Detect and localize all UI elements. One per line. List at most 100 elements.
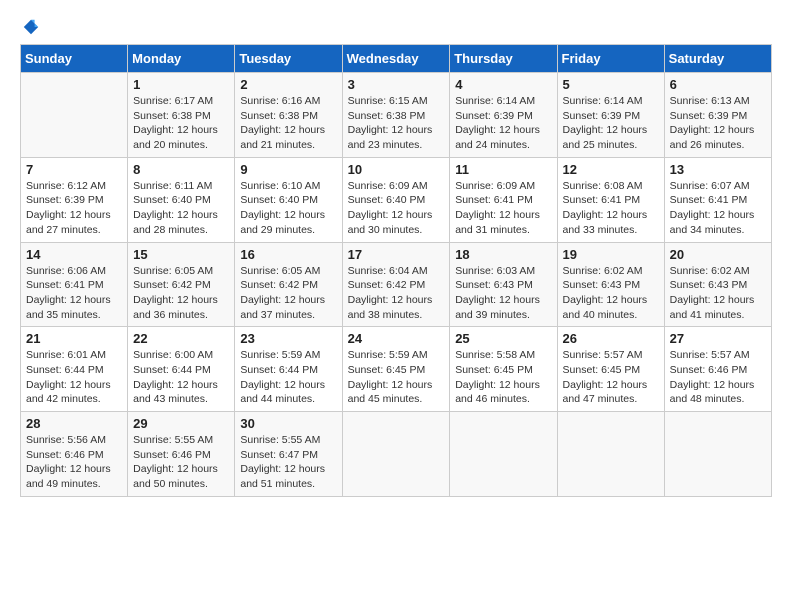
calendar-day-header: Wednesday <box>342 45 450 73</box>
calendar-cell: 23 Sunrise: 5:59 AM Sunset: 6:44 PM Dayli… <box>235 327 342 412</box>
calendar-cell: 8Sunrise: 6:11 AM Sunset: 6:40 PM Daylig… <box>128 157 235 242</box>
cell-content: Sunrise: 6:16 AM Sunset: 6:38 PM Dayligh… <box>240 94 336 153</box>
day-number: 6 <box>670 77 766 92</box>
day-number: 30 <box>240 416 336 431</box>
day-number: 12 <box>563 162 659 177</box>
calendar-cell: 10Sunrise: 6:09 AM Sunset: 6:40 PM Dayli… <box>342 157 450 242</box>
calendar-cell: 30 Sunrise: 5:55 AM Sunset: 6:47 PM Dayli… <box>235 412 342 497</box>
cell-content: Sunrise: 6:06 AM Sunset: 6:41 PM Dayligh… <box>26 264 122 323</box>
calendar-day-header: Thursday <box>450 45 557 73</box>
calendar-cell: 19 Sunrise: 6:02 AM Sunset: 6:43 PM Dayli… <box>557 242 664 327</box>
calendar-week-row: 21 Sunrise: 6:01 AM Sunset: 6:44 PM Dayli… <box>21 327 772 412</box>
cell-content: Sunrise: 6:02 AM Sunset: 6:43 PM Dayligh… <box>670 264 766 323</box>
calendar-cell: 4 Sunrise: 6:14 AM Sunset: 6:39 PM Daylig… <box>450 73 557 158</box>
calendar-week-row: 7 Sunrise: 6:12 AM Sunset: 6:39 PM Daylig… <box>21 157 772 242</box>
day-number: 21 <box>26 331 122 346</box>
calendar-cell: 13Sunrise: 6:07 AM Sunset: 6:41 PM Dayli… <box>664 157 771 242</box>
calendar-day-header: Sunday <box>21 45 128 73</box>
day-number: 24 <box>348 331 445 346</box>
calendar-cell: 3 Sunrise: 6:15 AM Sunset: 6:38 PM Daylig… <box>342 73 450 158</box>
cell-content: Sunrise: 6:14 AM Sunset: 6:39 PM Dayligh… <box>455 94 551 153</box>
logo-icon <box>22 18 40 36</box>
cell-content: Sunrise: 6:00 AM Sunset: 6:44 PM Dayligh… <box>133 348 229 407</box>
calendar-day-header: Saturday <box>664 45 771 73</box>
calendar-header-row: SundayMondayTuesdayWednesdayThursdayFrid… <box>21 45 772 73</box>
calendar-cell: 9Sunrise: 6:10 AM Sunset: 6:40 PM Daylig… <box>235 157 342 242</box>
calendar-cell: 24 Sunrise: 5:59 AM Sunset: 6:45 PM Dayli… <box>342 327 450 412</box>
day-number: 5 <box>563 77 659 92</box>
calendar-cell: 28 Sunrise: 5:56 AM Sunset: 6:46 PM Dayli… <box>21 412 128 497</box>
cell-content: Sunrise: 6:02 AM Sunset: 6:43 PM Dayligh… <box>563 264 659 323</box>
calendar-week-row: 1 Sunrise: 6:17 AM Sunset: 6:38 PM Daylig… <box>21 73 772 158</box>
cell-content: Sunrise: 5:56 AM Sunset: 6:46 PM Dayligh… <box>26 433 122 492</box>
day-number: 18 <box>455 247 551 262</box>
cell-content: Sunrise: 5:57 AM Sunset: 6:46 PM Dayligh… <box>670 348 766 407</box>
calendar-cell <box>21 73 128 158</box>
cell-content: Sunrise: 5:55 AM Sunset: 6:46 PM Dayligh… <box>133 433 229 492</box>
calendar-day-header: Friday <box>557 45 664 73</box>
day-number: 19 <box>563 247 659 262</box>
calendar-cell: 5 Sunrise: 6:14 AM Sunset: 6:39 PM Daylig… <box>557 73 664 158</box>
page-header <box>20 20 772 34</box>
cell-content: Sunrise: 6:14 AM Sunset: 6:39 PM Dayligh… <box>563 94 659 153</box>
day-number: 1 <box>133 77 229 92</box>
cell-content: Sunrise: 6:11 AM Sunset: 6:40 PM Dayligh… <box>133 179 229 238</box>
cell-content: Sunrise: 5:55 AM Sunset: 6:47 PM Dayligh… <box>240 433 336 492</box>
calendar-week-row: 14Sunrise: 6:06 AM Sunset: 6:41 PM Dayli… <box>21 242 772 327</box>
calendar-cell: 18 Sunrise: 6:03 AM Sunset: 6:43 PM Dayli… <box>450 242 557 327</box>
day-number: 17 <box>348 247 445 262</box>
day-number: 29 <box>133 416 229 431</box>
cell-content: Sunrise: 6:15 AM Sunset: 6:38 PM Dayligh… <box>348 94 445 153</box>
day-number: 23 <box>240 331 336 346</box>
calendar-cell: 26 Sunrise: 5:57 AM Sunset: 6:45 PM Dayli… <box>557 327 664 412</box>
day-number: 13 <box>670 162 766 177</box>
calendar-cell: 20 Sunrise: 6:02 AM Sunset: 6:43 PM Dayli… <box>664 242 771 327</box>
cell-content: Sunrise: 6:12 AM Sunset: 6:39 PM Dayligh… <box>26 179 122 238</box>
day-number: 16 <box>240 247 336 262</box>
calendar-day-header: Tuesday <box>235 45 342 73</box>
calendar-cell: 12 Sunrise: 6:08 AM Sunset: 6:41 PM Dayli… <box>557 157 664 242</box>
cell-content: Sunrise: 6:09 AM Sunset: 6:41 PM Dayligh… <box>455 179 551 238</box>
day-number: 28 <box>26 416 122 431</box>
day-number: 20 <box>670 247 766 262</box>
calendar-cell: 21 Sunrise: 6:01 AM Sunset: 6:44 PM Dayli… <box>21 327 128 412</box>
cell-content: Sunrise: 6:13 AM Sunset: 6:39 PM Dayligh… <box>670 94 766 153</box>
day-number: 22 <box>133 331 229 346</box>
calendar-cell: 25 Sunrise: 5:58 AM Sunset: 6:45 PM Dayli… <box>450 327 557 412</box>
calendar-cell: 11 Sunrise: 6:09 AM Sunset: 6:41 PM Dayli… <box>450 157 557 242</box>
calendar-cell: 17 Sunrise: 6:04 AM Sunset: 6:42 PM Dayli… <box>342 242 450 327</box>
calendar-cell: 14Sunrise: 6:06 AM Sunset: 6:41 PM Dayli… <box>21 242 128 327</box>
calendar-week-row: 28 Sunrise: 5:56 AM Sunset: 6:46 PM Dayli… <box>21 412 772 497</box>
day-number: 27 <box>670 331 766 346</box>
calendar-cell: 7 Sunrise: 6:12 AM Sunset: 6:39 PM Daylig… <box>21 157 128 242</box>
logo <box>20 20 40 34</box>
cell-content: Sunrise: 5:59 AM Sunset: 6:44 PM Dayligh… <box>240 348 336 407</box>
day-number: 11 <box>455 162 551 177</box>
calendar-cell: 27 Sunrise: 5:57 AM Sunset: 6:46 PM Dayli… <box>664 327 771 412</box>
cell-content: Sunrise: 5:59 AM Sunset: 6:45 PM Dayligh… <box>348 348 445 407</box>
cell-content: Sunrise: 6:04 AM Sunset: 6:42 PM Dayligh… <box>348 264 445 323</box>
cell-content: Sunrise: 6:05 AM Sunset: 6:42 PM Dayligh… <box>133 264 229 323</box>
calendar-cell: 2 Sunrise: 6:16 AM Sunset: 6:38 PM Daylig… <box>235 73 342 158</box>
calendar-cell: 22 Sunrise: 6:00 AM Sunset: 6:44 PM Dayli… <box>128 327 235 412</box>
calendar-cell <box>664 412 771 497</box>
day-number: 26 <box>563 331 659 346</box>
day-number: 7 <box>26 162 122 177</box>
cell-content: Sunrise: 6:08 AM Sunset: 6:41 PM Dayligh… <box>563 179 659 238</box>
day-number: 9 <box>240 162 336 177</box>
calendar-cell: 6 Sunrise: 6:13 AM Sunset: 6:39 PM Daylig… <box>664 73 771 158</box>
day-number: 15 <box>133 247 229 262</box>
cell-content: Sunrise: 5:58 AM Sunset: 6:45 PM Dayligh… <box>455 348 551 407</box>
calendar-cell <box>557 412 664 497</box>
day-number: 25 <box>455 331 551 346</box>
calendar-cell: 29 Sunrise: 5:55 AM Sunset: 6:46 PM Dayli… <box>128 412 235 497</box>
day-number: 2 <box>240 77 336 92</box>
calendar-cell: 1 Sunrise: 6:17 AM Sunset: 6:38 PM Daylig… <box>128 73 235 158</box>
cell-content: Sunrise: 6:03 AM Sunset: 6:43 PM Dayligh… <box>455 264 551 323</box>
cell-content: Sunrise: 6:17 AM Sunset: 6:38 PM Dayligh… <box>133 94 229 153</box>
cell-content: Sunrise: 5:57 AM Sunset: 6:45 PM Dayligh… <box>563 348 659 407</box>
calendar-cell <box>342 412 450 497</box>
day-number: 3 <box>348 77 445 92</box>
day-number: 4 <box>455 77 551 92</box>
cell-content: Sunrise: 6:01 AM Sunset: 6:44 PM Dayligh… <box>26 348 122 407</box>
